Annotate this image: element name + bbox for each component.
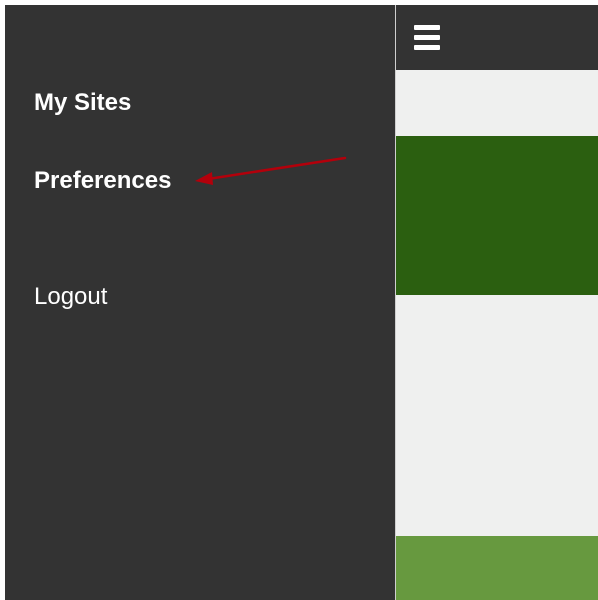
annotation-arrow-icon [195, 156, 347, 185]
drawer-item-logout[interactable]: Logout [34, 283, 107, 311]
main-content [396, 5, 598, 600]
dark-green-banner [396, 136, 598, 295]
drawer-item-my-sites[interactable]: My Sites [34, 89, 131, 117]
hamburger-menu-icon[interactable] [414, 23, 444, 51]
drawer-item-preferences[interactable]: Preferences [34, 167, 171, 195]
top-bar [396, 5, 598, 70]
app-frame: My Sites Preferences Logout [5, 5, 598, 600]
side-drawer: My Sites Preferences Logout [5, 5, 395, 600]
light-green-banner [396, 536, 598, 600]
